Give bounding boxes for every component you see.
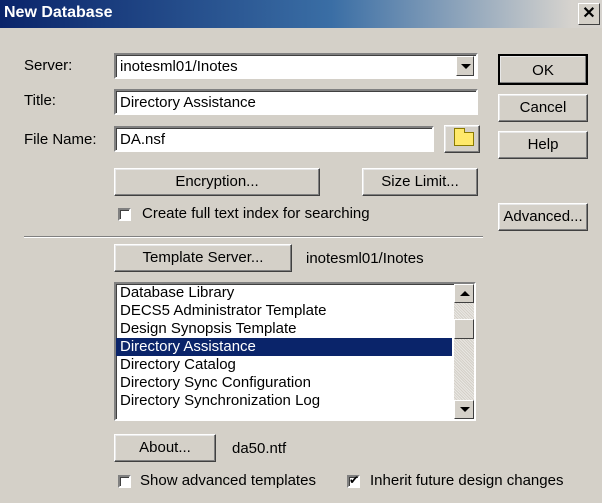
scrollbar-thumb[interactable]	[454, 319, 474, 339]
list-item[interactable]: Database Library	[116, 284, 452, 302]
template-server-value: inotesml01/Inotes	[306, 250, 424, 267]
title-label: Title:	[24, 92, 56, 109]
list-item[interactable]: DECS5 Administrator Template	[116, 302, 452, 320]
chevron-up-icon[interactable]	[454, 284, 474, 303]
server-label: Server:	[24, 57, 73, 74]
chevron-down-icon[interactable]	[454, 400, 474, 419]
close-button[interactable]: ✕	[578, 3, 600, 25]
list-item[interactable]: Directory Catalog	[116, 356, 452, 374]
server-value: inotesml01/Inotes	[120, 58, 238, 75]
window-title: New Database	[4, 4, 113, 21]
size-limit-button[interactable]: Size Limit...	[362, 168, 478, 196]
cancel-button[interactable]: Cancel	[498, 94, 588, 122]
about-button[interactable]: About...	[114, 434, 216, 462]
template-server-button[interactable]: Template Server...	[114, 244, 292, 272]
list-scrollbar[interactable]	[454, 284, 474, 419]
server-dropdown[interactable]: inotesml01/Inotes	[114, 53, 478, 79]
template-file-name: da50.ntf	[232, 440, 287, 457]
full-text-index-label: Create full text index for searching	[142, 205, 370, 222]
chevron-down-icon[interactable]	[456, 56, 474, 76]
list-item[interactable]: Design Synopsis Template	[116, 320, 452, 338]
show-advanced-checkbox[interactable]	[118, 475, 131, 488]
full-text-index-checkbox[interactable]	[118, 208, 131, 221]
ok-button[interactable]: OK	[498, 54, 588, 85]
inherit-changes-label: Inherit future design changes	[370, 472, 564, 489]
template-list[interactable]: Database Library DECS5 Administrator Tem…	[114, 282, 476, 421]
folder-icon	[454, 128, 474, 146]
new-database-dialog: New Database ✕ Server: inotesml01/Inotes…	[0, 0, 602, 503]
close-icon: ✕	[582, 5, 596, 22]
inherit-changes-checkbox[interactable]	[347, 473, 360, 488]
list-item[interactable]: Directory Sync Configuration	[116, 374, 452, 392]
title-input[interactable]: Directory Assistance	[114, 89, 478, 115]
list-item[interactable]: Directory Synchronization Log	[116, 392, 452, 410]
separator	[24, 236, 483, 238]
filename-label: File Name:	[24, 131, 97, 148]
help-button[interactable]: Help	[498, 131, 588, 159]
title-bar[interactable]: New Database ✕	[0, 0, 602, 28]
advanced-button[interactable]: Advanced...	[498, 203, 588, 231]
browse-folder-button[interactable]	[444, 125, 480, 153]
show-advanced-label: Show advanced templates	[140, 472, 316, 489]
list-item-selected[interactable]: Directory Assistance	[116, 338, 452, 356]
filename-input[interactable]: DA.nsf	[114, 126, 434, 152]
encryption-button[interactable]: Encryption...	[114, 168, 320, 196]
